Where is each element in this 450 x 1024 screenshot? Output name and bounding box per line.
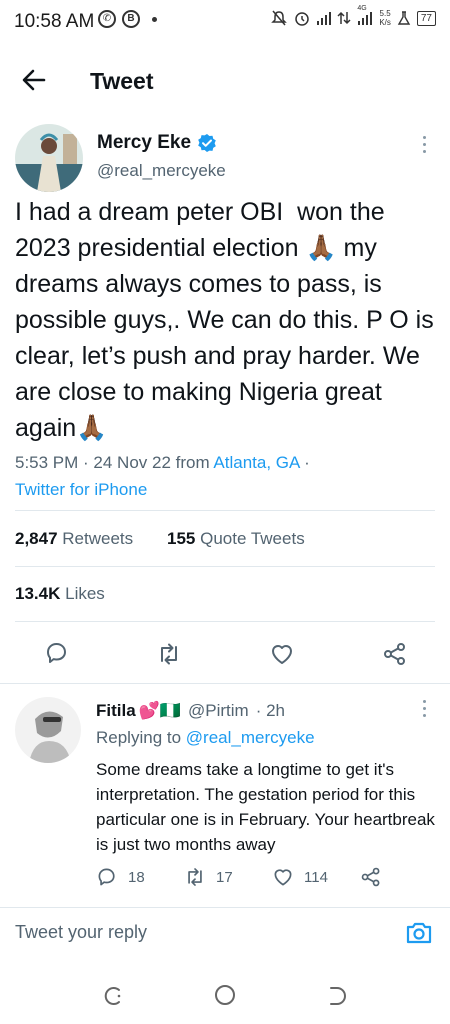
quotes-label: Quote Tweets <box>200 529 305 548</box>
retweets-count: 2,847 <box>15 529 58 548</box>
reply-icon[interactable] <box>44 640 70 666</box>
like-icon[interactable] <box>269 641 295 667</box>
author-avatar[interactable] <box>15 124 83 192</box>
verified-badge-icon <box>198 134 216 152</box>
replying-to: Replying to @real_mercyeke <box>96 728 315 748</box>
reply-author-handle[interactable]: @Pirtim <box>188 701 249 721</box>
divider <box>15 621 435 622</box>
reply-share-button[interactable] <box>360 866 382 888</box>
retweets-label: Retweets <box>62 529 134 548</box>
top-app-bar: Tweet <box>0 44 450 116</box>
reply-more-options-icon[interactable] <box>423 700 426 717</box>
camera-icon[interactable] <box>405 918 433 946</box>
reply-avatar-image <box>15 697 81 763</box>
tweet-timestamp: 5:53 PM · 24 Nov 22 from <box>15 453 214 472</box>
author-avatar-image <box>15 124 83 192</box>
tweet-text: I had a dream peter OBI won the 2023 pre… <box>15 198 441 442</box>
quote-tweets-stat[interactable]: 155 Quote Tweets <box>167 529 305 549</box>
author-name-row[interactable]: Mercy Eke <box>97 132 217 154</box>
author-handle[interactable]: @real_mercyeke <box>97 161 226 181</box>
notification-dot-icon <box>152 16 157 22</box>
data-transfer-icon <box>337 11 351 25</box>
status-time: 10:58 AM <box>14 11 95 32</box>
tweet-location-link[interactable]: Atlanta, GA <box>213 453 299 472</box>
flask-icon <box>397 11 411 25</box>
reply-author-emoji: 💕🇳🇬 <box>138 701 182 720</box>
b-circle-icon: B <box>122 10 140 28</box>
likes-label: Likes <box>65 584 105 603</box>
divider <box>15 566 435 567</box>
net-type: 4G <box>357 5 367 12</box>
author-name[interactable]: Mercy Eke <box>97 132 191 154</box>
speed-value: 5.5 <box>379 9 391 18</box>
reply-reply-count: 18 <box>128 868 145 886</box>
reply-like-count: 114 <box>304 868 328 886</box>
reply-time: · 2h <box>255 701 286 720</box>
quotes-count: 155 <box>167 529 196 548</box>
retweet-icon[interactable] <box>156 641 182 667</box>
back-arrow-icon[interactable] <box>20 66 48 94</box>
retweets-stat[interactable]: 2,847 Retweets <box>15 529 133 549</box>
reply-avatar[interactable] <box>15 697 81 763</box>
back-nav-icon[interactable] <box>325 984 349 1008</box>
share-icon <box>361 867 380 887</box>
reply-icon <box>98 868 115 886</box>
reply-retweet-button[interactable]: 17 <box>184 866 233 888</box>
status-left-icons: ✆ B <box>98 10 157 28</box>
divider <box>0 683 450 684</box>
home-icon[interactable] <box>213 983 237 1007</box>
speed-unit: K/s <box>379 18 391 27</box>
replying-prefix: Replying to <box>96 728 186 747</box>
status-bar: 10:58 AM ✆ B 4G 5.5 K/s 77 <box>0 0 450 44</box>
reply-compose-input[interactable]: Tweet your reply <box>15 922 147 943</box>
divider <box>15 510 435 511</box>
meta-separator: · <box>299 453 310 472</box>
reply-author-name[interactable]: Fitila <box>96 701 136 721</box>
compose-divider <box>0 907 450 908</box>
retweet-icon <box>188 868 202 886</box>
tweet-source-link[interactable]: Twitter for iPhone <box>15 480 147 499</box>
whatsapp-icon: ✆ <box>98 10 116 28</box>
tweet-meta: 5:53 PM · 24 Nov 22 from Atlanta, GA · T… <box>15 449 435 503</box>
signal-4g-icon: 4G <box>356 5 374 27</box>
reply-retweet-count: 17 <box>216 868 233 886</box>
like-icon <box>274 869 292 886</box>
likes-stat[interactable]: 13.4K Likes <box>15 584 105 604</box>
reply-like-button[interactable]: 114 <box>272 866 328 888</box>
signal-icon <box>317 12 332 25</box>
reply-text: Some dreams take a longtime to get it's … <box>96 760 435 854</box>
page-title: Tweet <box>90 68 154 94</box>
alarm-icon <box>295 12 310 26</box>
share-icon[interactable] <box>382 641 408 667</box>
reply-reply-button[interactable]: 18 <box>96 866 145 888</box>
system-nav-bar <box>0 970 450 1024</box>
battery-level: 77 <box>416 10 436 26</box>
likes-count: 13.4K <box>15 584 61 603</box>
reply-author-row[interactable]: Fitila 💕🇳🇬 @Pirtim · 2h <box>96 701 285 721</box>
more-options-icon[interactable] <box>423 136 426 153</box>
net-speed: 5.5 K/s <box>379 9 391 27</box>
status-right-icons: 4G 5.5 K/s 77 <box>270 5 436 27</box>
replying-to-handle[interactable]: @real_mercyeke <box>186 728 315 747</box>
mute-icon <box>271 10 288 26</box>
recent-apps-icon[interactable] <box>101 984 125 1008</box>
